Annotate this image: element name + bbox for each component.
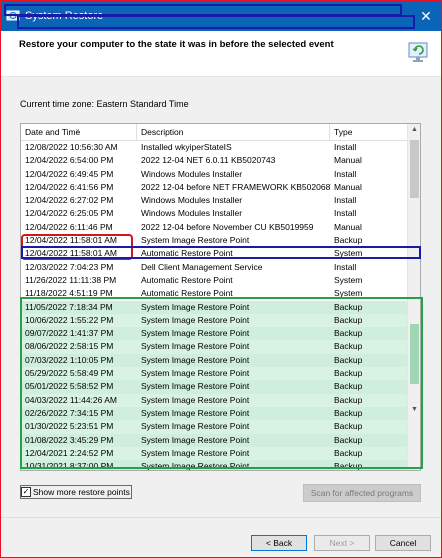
cell-type: System: [334, 274, 363, 285]
scan-affected-programs-button[interactable]: Scan for affected programs: [303, 484, 421, 502]
table-row[interactable]: 12/04/2022 6:41:56 PM 2022 12-04 before N…: [21, 181, 409, 194]
table-row[interactable]: 12/08/2022 10:56:30 AM Installed wkyiperS…: [21, 141, 409, 154]
show-more-label: Show more restore points: [33, 487, 130, 497]
cell-description: 2022 12-04 before NET FRAMEWORK KB502068…: [141, 181, 331, 192]
back-button[interactable]: < Back: [251, 535, 307, 551]
cell-description: Windows Modules Installer: [141, 208, 243, 219]
header-panel: Restore your computer to the state it wa…: [1, 31, 441, 77]
annotation-outline: [17, 15, 415, 29]
cell-type: Install: [334, 168, 357, 179]
cell-date: 12/04/2022 6:41:56 PM: [25, 181, 114, 192]
cell-description: Dell Client Management Service: [141, 261, 263, 272]
cell-date: 12/08/2022 10:56:30 AM: [25, 142, 118, 152]
cell-date: 12/04/2022 6:49:45 PM: [25, 168, 114, 179]
next-button[interactable]: Next >: [314, 535, 370, 551]
table-row[interactable]: 12/04/2022 6:54:00 PM 2022 12-04 NET 6.0.…: [21, 154, 409, 167]
sort-arrow-icon: ˅: [76, 129, 80, 135]
table-row[interactable]: 12/04/2022 6:49:45 PM Windows Modules Ins…: [21, 168, 409, 181]
close-icon: ✕: [420, 8, 432, 24]
cell-type: Manual: [334, 221, 362, 232]
checkmark-icon: ✓: [22, 487, 30, 496]
cell-date: 12/04/2022 6:25:05 PM: [25, 208, 114, 219]
cell-type: Install: [334, 195, 357, 206]
system-restore-window: System Restore ✕ Restore your computer t…: [0, 0, 442, 558]
cell-type: Install: [334, 142, 357, 152]
cell-date: 12/04/2022 6:11:46 PM: [25, 221, 113, 232]
restore-monitor-icon: [408, 42, 428, 62]
close-button[interactable]: ✕: [415, 6, 437, 26]
cell-description: Windows Modules Installer: [141, 195, 243, 206]
column-type-header[interactable]: Type: [330, 124, 409, 141]
title-bar: System Restore ✕: [1, 1, 441, 31]
timezone-label: Current time zone: Eastern Standard Time: [20, 99, 189, 109]
table-row[interactable]: 12/04/2022 6:25:05 PM Windows Modules Ins…: [21, 207, 409, 220]
annotation-green-outline: [20, 297, 423, 469]
list-header: Date and Time ˅ Description Type: [21, 124, 409, 141]
cell-description: Windows Modules Installer: [141, 168, 243, 179]
cell-type: Manual: [334, 181, 362, 192]
cell-date: 12/04/2022 6:54:00 PM: [25, 155, 114, 166]
scrollbar-thumb[interactable]: [410, 140, 419, 198]
table-row[interactable]: 12/03/2022 7:04:23 PM Dell Client Managem…: [21, 261, 409, 274]
cell-type: Install: [334, 208, 357, 219]
annotation-blue-outline: [21, 246, 421, 259]
cell-date: 11/26/2022 11:11:38 PM: [25, 274, 117, 285]
cancel-button[interactable]: Cancel: [375, 535, 431, 551]
cell-type: Manual: [334, 155, 362, 166]
cell-date: 12/04/2022 6:27:02 PM: [25, 195, 114, 206]
table-row[interactable]: 12/04/2022 6:27:02 PM Windows Modules Ins…: [21, 194, 409, 207]
show-more-checkbox[interactable]: ✓: [21, 487, 31, 497]
column-description-header[interactable]: Description: [137, 124, 330, 141]
scroll-up-icon[interactable]: ▲: [408, 126, 420, 136]
cell-date: 12/03/2022 7:04:23 PM: [25, 261, 114, 272]
cell-description: 2022 12-04 before November CU KB5019959: [141, 221, 314, 232]
table-row[interactable]: 12/04/2022 6:11:46 PM 2022 12-04 before N…: [21, 221, 409, 234]
header-instruction: Restore your computer to the state it wa…: [19, 39, 334, 50]
cell-description: 2022 12-04 NET 6.0.11 KB5020743: [141, 155, 276, 166]
cell-description: Installed wkyiperStateIS: [141, 142, 232, 152]
cell-type: Install: [334, 261, 357, 272]
cell-description: Automatic Restore Point: [141, 274, 233, 285]
table-row[interactable]: 11/26/2022 11:11:38 PM Automatic Restore …: [21, 274, 409, 287]
column-date-header[interactable]: Date and Time ˅: [21, 124, 137, 141]
